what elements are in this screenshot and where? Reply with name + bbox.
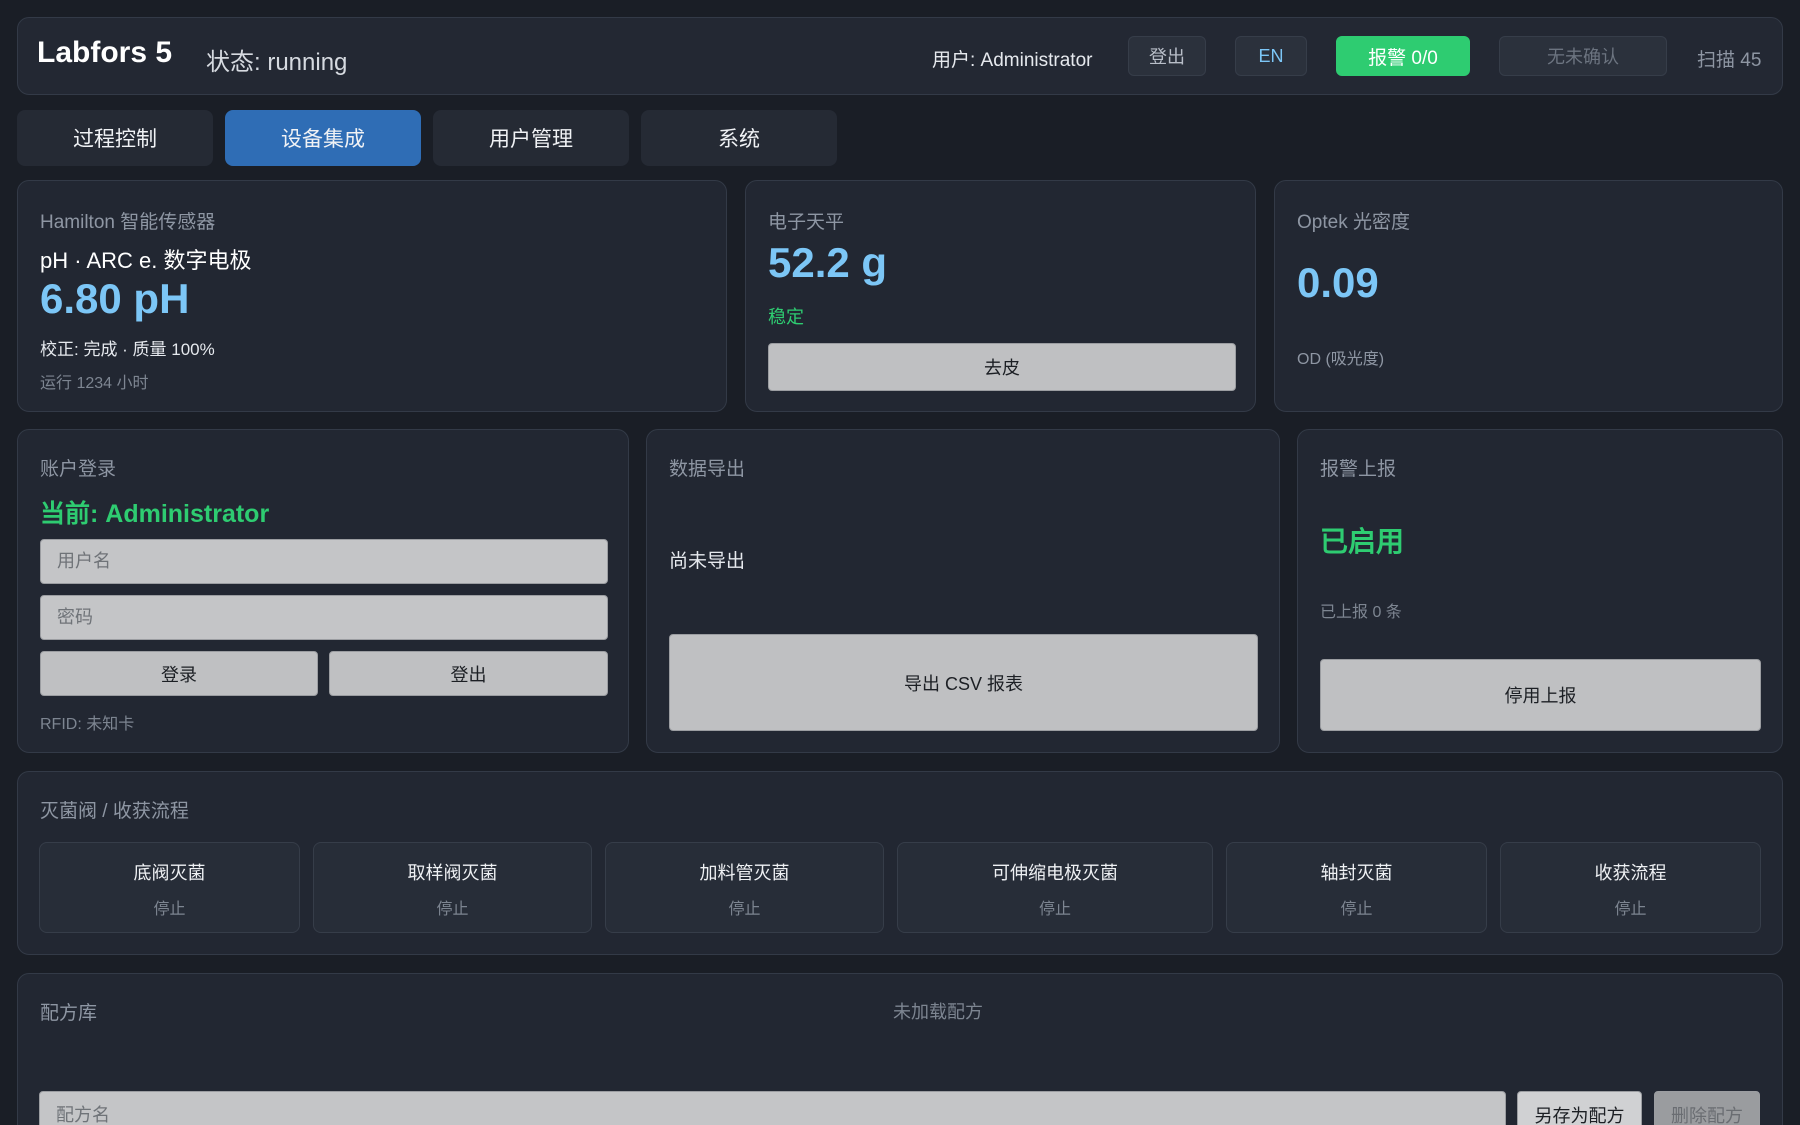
steri-feed-line[interactable]: 加料管灭菌 停止 [605, 842, 884, 933]
recipe-title: 配方库 [40, 1003, 98, 1024]
alarm-report-state: 已启用 [1320, 526, 1405, 557]
disable-report-button[interactable]: 停用上报 [1320, 659, 1761, 731]
steri-sampling-valve[interactable]: 取样阀灭菌 停止 [313, 842, 592, 933]
data-export-panel: 数据导出 尚未导出 导出 CSV 报表 [646, 429, 1280, 753]
recipe-name-input[interactable] [39, 1091, 1506, 1125]
current-login-user: 当前: Administrator [40, 500, 270, 528]
sterilization-title: 灭菌阀 / 收获流程 [40, 801, 189, 822]
account-login-panel: 账户登录 当前: Administrator 登录 登出 RFID: 未知卡 [17, 429, 629, 753]
hamilton-title: Hamilton 智能传感器 [40, 212, 216, 233]
header-logout-button[interactable]: 登出 [1128, 36, 1206, 76]
login-title: 账户登录 [40, 459, 117, 480]
run-status: 状态: running [206, 49, 348, 76]
acknowledge-button[interactable]: 无未确认 [1499, 36, 1667, 76]
steri-item-state: 停止 [436, 901, 469, 918]
steri-shaft-seal[interactable]: 轴封灭菌 停止 [1226, 842, 1487, 933]
hamilton-subtitle: pH · ARC e. 数字电极 [40, 248, 252, 273]
steri-retractable-electrode[interactable]: 可伸缩电极灭菌 停止 [897, 842, 1213, 933]
export-title: 数据导出 [669, 459, 746, 480]
balance-panel: 电子天平 52.2 g 稳定 去皮 [745, 180, 1256, 412]
optek-unit: OD (吸光度) [1297, 351, 1385, 368]
hamilton-sensor-panel: Hamilton 智能传感器 pH · ARC e. 数字电极 6.80 pH … [17, 180, 727, 412]
steri-item-state: 停止 [728, 901, 761, 918]
current-user-label: 用户: Administrator [932, 50, 1093, 71]
steri-bottom-valve[interactable]: 底阀灭菌 停止 [39, 842, 300, 933]
tab-process-control[interactable]: 过程控制 [17, 110, 213, 166]
steri-item-state: 停止 [1614, 901, 1647, 918]
export-status: 尚未导出 [669, 551, 746, 572]
recipe-load-status: 未加载配方 [893, 1002, 983, 1022]
steri-item-name: 加料管灭菌 [699, 863, 790, 883]
steri-item-name: 轴封灭菌 [1320, 863, 1393, 883]
alarm-button[interactable]: 报警 0/0 [1336, 36, 1470, 76]
balance-title: 电子天平 [768, 212, 845, 233]
alarm-report-count: 已上报 0 条 [1320, 604, 1402, 621]
balance-weight: 52.2 g [768, 239, 888, 286]
export-csv-button[interactable]: 导出 CSV 报表 [669, 634, 1258, 731]
balance-stable-status: 稳定 [768, 307, 804, 327]
alarm-report-panel: 报警上报 已启用 已上报 0 条 停用上报 [1297, 429, 1783, 753]
optek-title: Optek 光密度 [1297, 212, 1410, 233]
tare-button[interactable]: 去皮 [768, 343, 1236, 391]
login-button[interactable]: 登录 [40, 651, 318, 696]
optical-density-value: 0.09 [1297, 259, 1379, 306]
steri-item-name: 底阀灭菌 [133, 863, 206, 883]
app-title: Labfors 5 [37, 36, 173, 69]
alarm-report-title: 报警上报 [1320, 459, 1397, 480]
save-as-recipe-button[interactable]: 另存为配方 [1517, 1091, 1642, 1125]
steri-item-state: 停止 [153, 901, 186, 918]
steri-item-state: 停止 [1038, 901, 1071, 918]
steri-item-name: 取样阀灭菌 [407, 863, 498, 883]
optek-panel: Optek 光密度 0.09 OD (吸光度) [1274, 180, 1783, 412]
password-input[interactable] [40, 595, 608, 640]
steri-item-name: 可伸缩电极灭菌 [992, 863, 1118, 883]
ph-value: 6.80 pH [40, 275, 190, 322]
login-panel-logout-button[interactable]: 登出 [329, 651, 608, 696]
tab-user-management[interactable]: 用户管理 [433, 110, 629, 166]
language-button[interactable]: EN [1235, 36, 1307, 76]
delete-recipe-button[interactable]: 删除配方 [1654, 1091, 1760, 1125]
calibration-status: 校正: 完成 · 质量 100% [40, 340, 215, 359]
steri-harvest-process[interactable]: 收获流程 停止 [1500, 842, 1761, 933]
runtime-hours: 运行 1234 小时 [40, 375, 149, 392]
steri-item-state: 停止 [1340, 901, 1373, 918]
username-input[interactable] [40, 539, 608, 584]
tab-device-integration[interactable]: 设备集成 [225, 110, 421, 166]
scan-counter: 扫描 45 [1697, 50, 1762, 71]
tab-system[interactable]: 系统 [641, 110, 837, 166]
steri-item-name: 收获流程 [1594, 863, 1667, 883]
rfid-status: RFID: 未知卡 [40, 716, 135, 733]
